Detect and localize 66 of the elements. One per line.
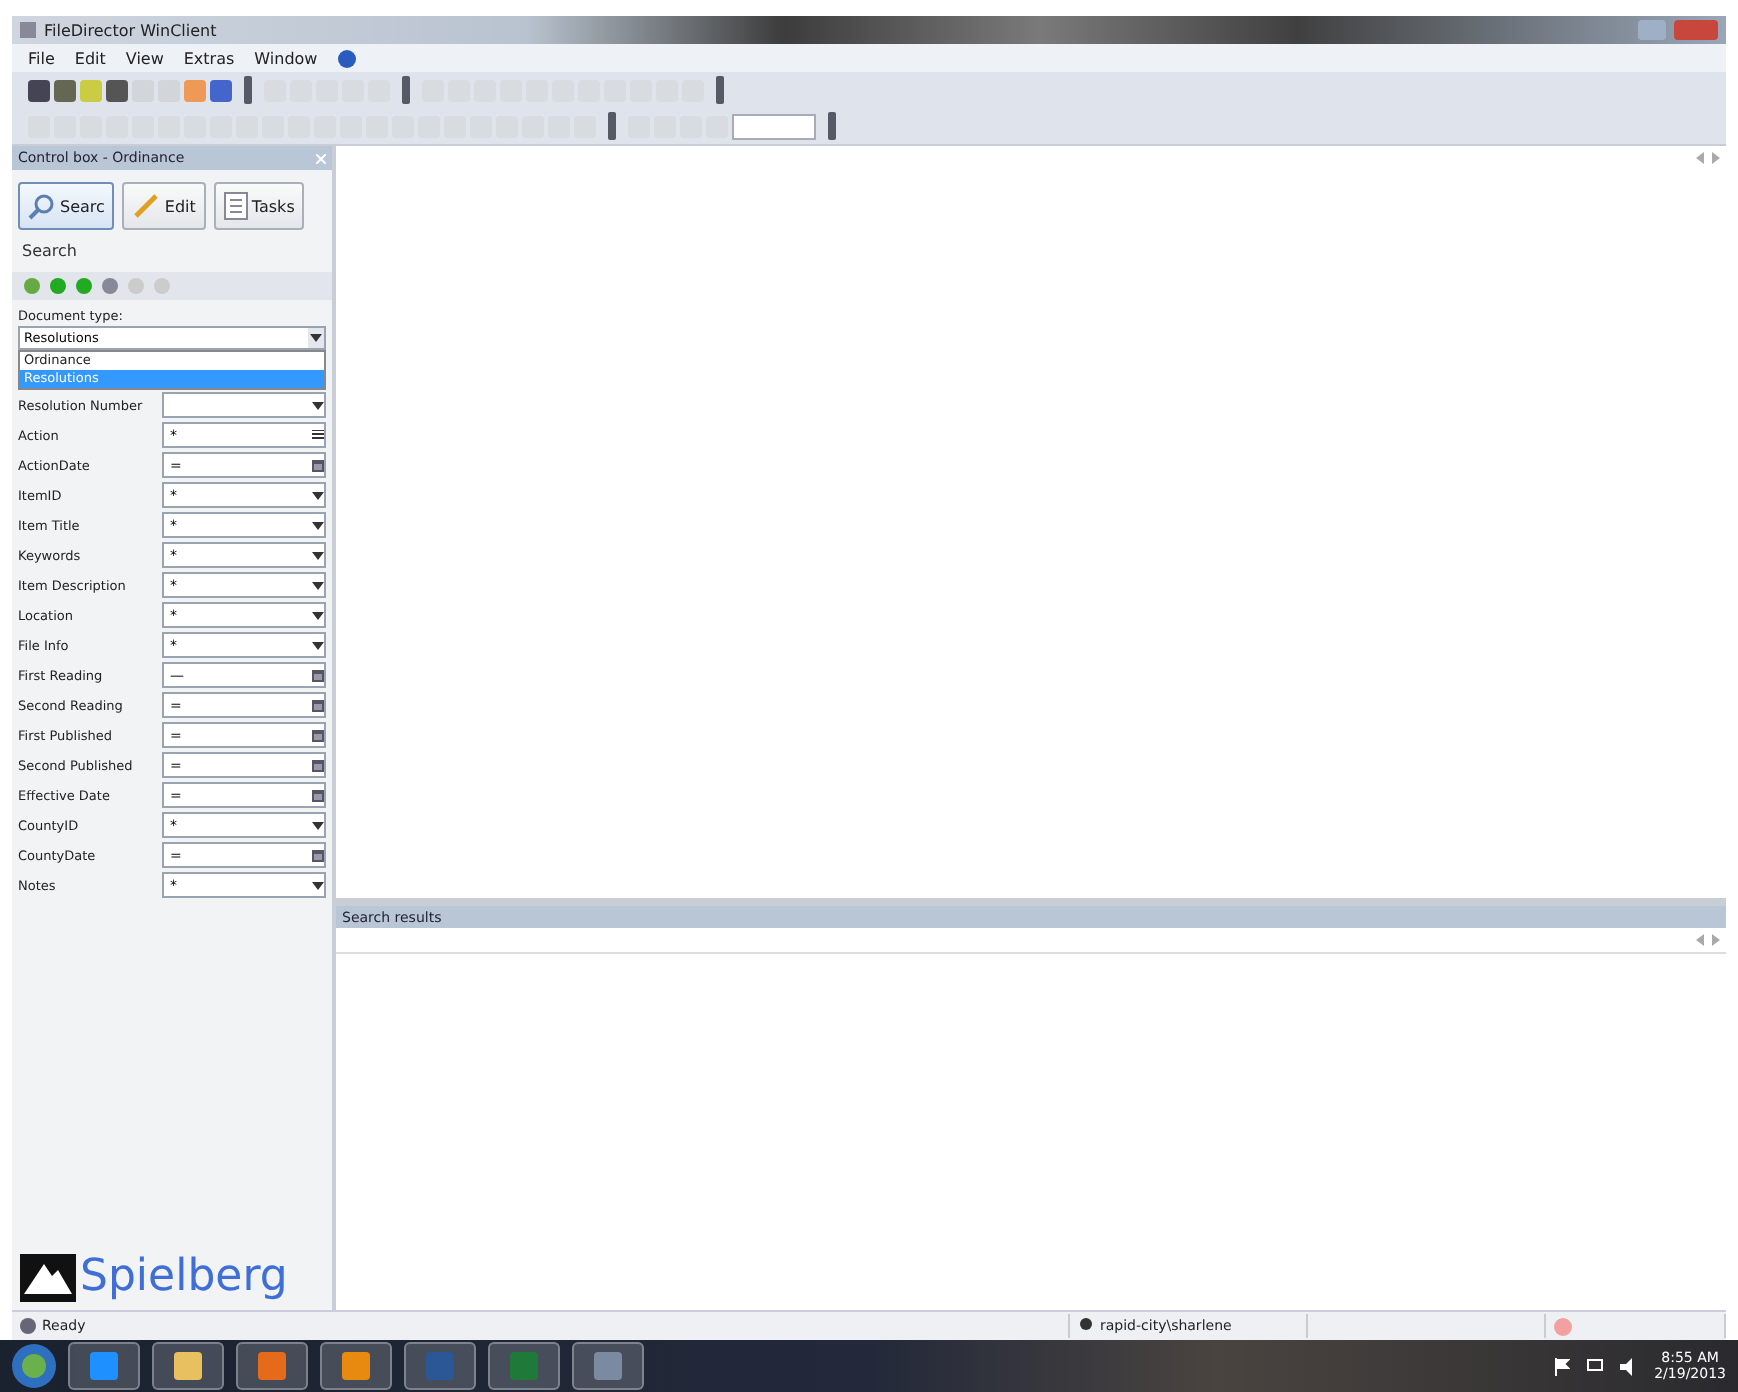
dropdown-arrow-icon[interactable] xyxy=(312,491,324,499)
mode-button[interactable]: Searc xyxy=(18,182,115,230)
user-icon xyxy=(1078,1318,1094,1334)
list-icon[interactable] xyxy=(312,430,324,440)
dropdown-arrow-icon[interactable] xyxy=(310,334,322,342)
calendar-icon[interactable] xyxy=(312,669,324,681)
nav-arrows-icon[interactable] xyxy=(1696,934,1720,946)
calendar-icon[interactable] xyxy=(312,789,324,801)
toolbar-icon[interactable] xyxy=(54,79,76,101)
toolbar-icon[interactable] xyxy=(210,79,232,101)
app-icon xyxy=(510,1352,538,1380)
window-title: FileDirector WinClient xyxy=(44,21,217,39)
nav-arrows-icon[interactable] xyxy=(1696,152,1720,164)
toolbar-icon[interactable] xyxy=(28,79,50,101)
calendar-icon[interactable] xyxy=(312,699,324,711)
dropdown-arrow-icon[interactable] xyxy=(312,401,324,409)
app-icon xyxy=(594,1352,622,1380)
calendar-icon[interactable] xyxy=(312,849,324,861)
checklist-icon xyxy=(223,192,248,220)
menu-item[interactable]: Extras xyxy=(183,49,235,67)
dropdown-arrow-icon[interactable] xyxy=(312,641,324,649)
start-button-icon[interactable] xyxy=(12,1344,56,1388)
dropdown-arrow-icon[interactable] xyxy=(312,521,324,529)
menu-item[interactable]: View xyxy=(125,49,164,67)
app-icon xyxy=(342,1352,370,1380)
app-icon xyxy=(426,1352,454,1380)
app-icon xyxy=(90,1352,118,1380)
calendar-icon[interactable] xyxy=(312,759,324,771)
status-icon xyxy=(20,1318,36,1334)
pencil-icon xyxy=(132,192,161,220)
section-title: Search xyxy=(20,240,79,264)
menu-item[interactable]: Window xyxy=(254,49,318,67)
app-icon xyxy=(20,22,36,38)
dropdown-arrow-icon[interactable] xyxy=(312,821,324,829)
taskbar-app-button[interactable] xyxy=(404,1342,476,1390)
search-icon xyxy=(28,192,56,220)
network-icon[interactable] xyxy=(1586,1357,1605,1375)
mode-button[interactable]: Tasks xyxy=(213,182,305,230)
help-icon[interactable] xyxy=(337,49,356,67)
input-field[interactable] xyxy=(162,392,326,418)
dropdown-arrow-icon[interactable] xyxy=(312,611,324,619)
taskbar-app-button[interactable] xyxy=(152,1342,224,1390)
calendar-icon[interactable] xyxy=(312,729,324,741)
close-button[interactable] xyxy=(1674,20,1718,40)
close-icon[interactable] xyxy=(316,153,326,163)
input-field[interactable] xyxy=(732,113,816,139)
stop-icon xyxy=(1554,1317,1572,1335)
taskbar-app-button[interactable] xyxy=(488,1342,560,1390)
flag-icon[interactable] xyxy=(1554,1357,1571,1375)
dropdown-arrow-icon[interactable] xyxy=(312,881,324,889)
taskbar-app-button[interactable] xyxy=(68,1342,140,1390)
taskbar-app-button[interactable] xyxy=(236,1342,308,1390)
app-icon xyxy=(174,1352,202,1380)
mode-button[interactable]: Edit xyxy=(122,182,206,230)
toolbar-icon[interactable] xyxy=(106,79,128,101)
taskbar-app-button[interactable] xyxy=(320,1342,392,1390)
minimize-button[interactable] xyxy=(1638,20,1666,40)
dropdown-arrow-icon[interactable] xyxy=(312,581,324,589)
menu-item[interactable]: File xyxy=(28,49,55,67)
app-icon xyxy=(258,1352,286,1380)
logo-text: Spielberg xyxy=(80,1252,288,1302)
dropdown-arrow-icon[interactable] xyxy=(312,551,324,559)
menu-item[interactable]: Edit xyxy=(74,49,106,67)
taskbar-app-button[interactable] xyxy=(572,1342,644,1390)
mountain-logo-icon xyxy=(20,1253,76,1301)
calendar-icon[interactable] xyxy=(312,459,324,471)
